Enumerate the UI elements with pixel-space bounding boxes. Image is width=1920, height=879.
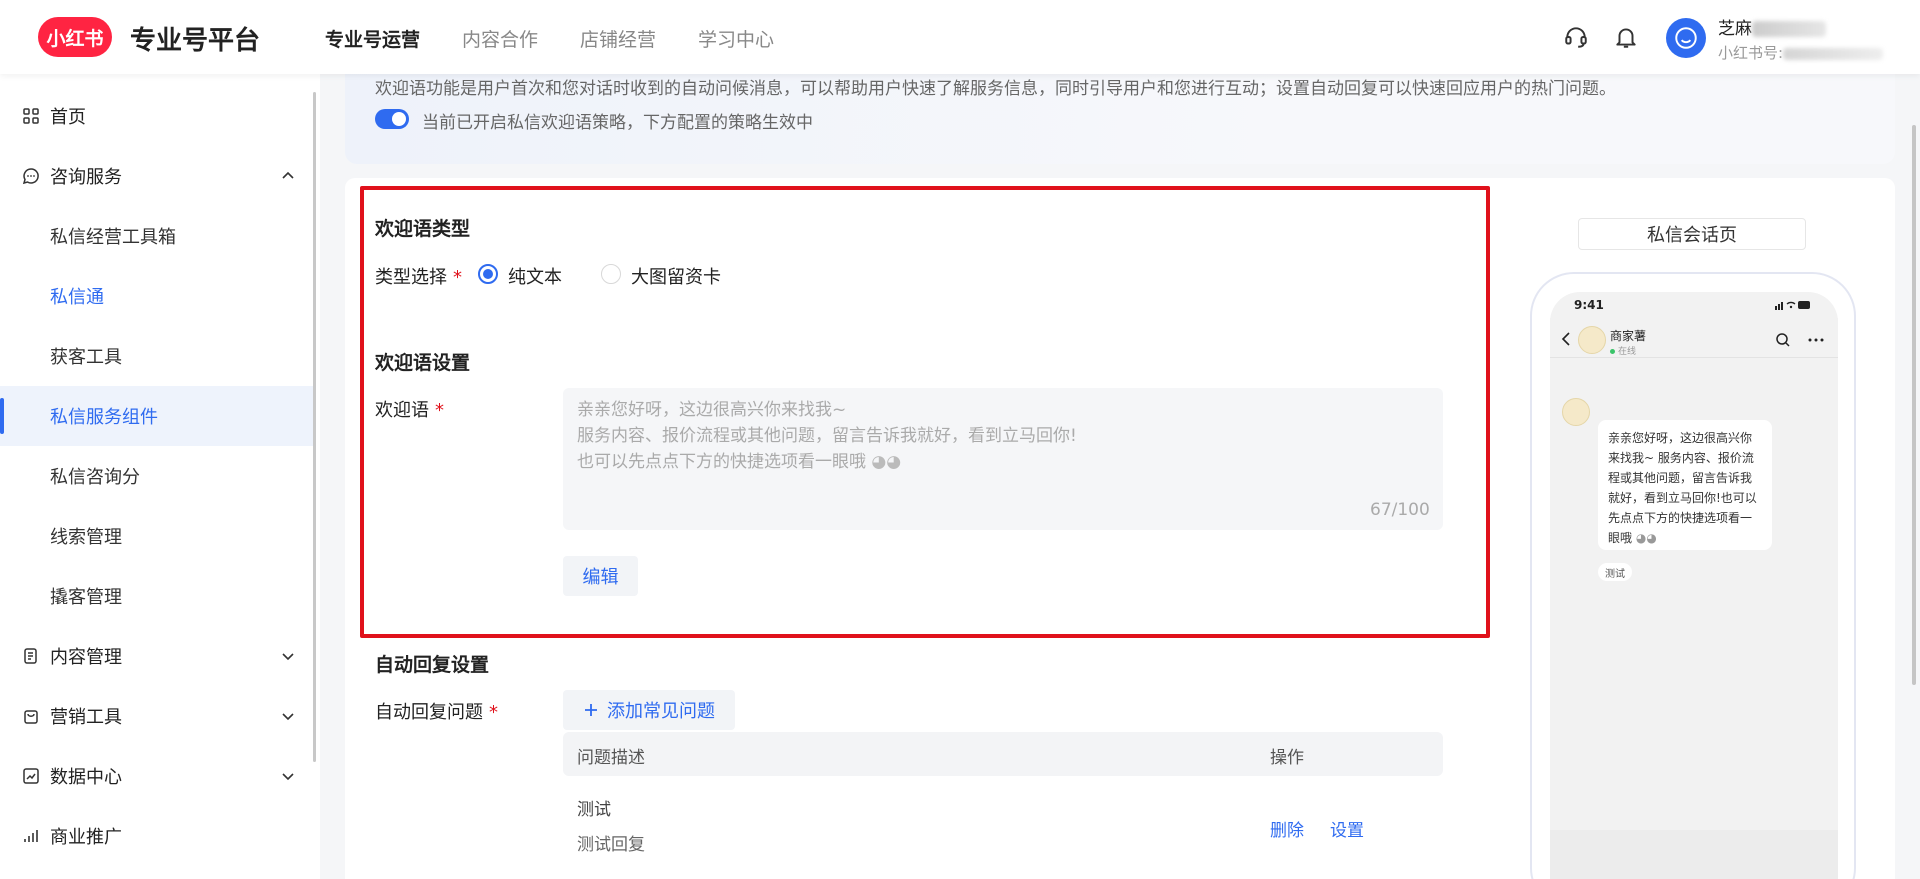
user-name: 芝麻 [1718,14,1826,39]
back-icon[interactable] [1560,331,1572,347]
merchant-name: 商家薯 [1610,329,1647,343]
merchant-status: 在线 [1610,344,1636,357]
blurred-name [1752,21,1826,37]
merchant-avatar [1578,326,1606,354]
sidebar-item-score[interactable]: 私信咨询分 [0,446,314,506]
intro-text: 欢迎语功能是用户首次和您对话时收到的自动问候消息，可以帮助用户快速了解服务信息，… [375,79,1616,99]
welcome-line-1: 亲亲您好呀，这边很高兴你来找我~ [577,400,847,420]
emoji-icon: ◕◕ [1635,531,1657,545]
top-nav: 专业号运营 内容合作 店铺经营 学习中心 [325,25,774,52]
settings-link[interactable]: 设置 [1330,816,1364,841]
switch-status-text: 当前已开启私信欢迎语策略，下方配置的策略生效中 [422,113,813,133]
row-answer: 测试回复 [577,835,645,855]
sidebar: 首页 咨询服务 私信经营工具箱 私信通 获客工具 私信服务组件 私信咨询分 线索… [0,74,320,879]
phone-time: 9:41 [1574,298,1604,312]
sidebar-item-home[interactable]: 首页 [0,86,314,146]
chevron-down-icon [282,773,294,781]
sidebar-item-customer[interactable]: 撬客管理 [0,566,314,626]
sidebar-item-service-component[interactable]: 私信服务组件 [0,386,314,446]
edit-button[interactable]: 编辑 [563,556,638,596]
sidebar-item-label: 内容管理 [50,647,122,668]
radio-big-card[interactable] [601,264,621,284]
phone-screen [1550,292,1838,879]
user-id: 小红书号: [1718,42,1884,63]
sidebar-item-label: 获客工具 [50,347,122,368]
chevron-up-icon [282,171,294,179]
delete-link[interactable]: 删除 [1270,816,1304,841]
bag-icon [24,710,38,724]
bell-icon[interactable] [1613,24,1639,50]
document-icon [24,648,37,664]
tab-learning[interactable]: 学习中心 [698,25,774,52]
auto-reply-label: 自动回复问题 * [375,702,498,723]
tab-content-cooperation[interactable]: 内容合作 [462,25,538,52]
sidebar-item-label: 商业推广 [50,827,122,848]
add-question-button[interactable]: 添加常见问题 [563,690,735,730]
main-scrollbar[interactable] [1912,125,1916,685]
message-bubble: 亲亲您好呀，这边很高兴你来找我~ 服务内容、报价流程或其他问题，留言告诉我就好，… [1598,420,1772,550]
phone-input-area [1550,830,1838,879]
welcome-setting-title: 欢迎语设置 [375,352,471,374]
sidebar-item-label: 线索管理 [50,527,122,548]
grid-icon [23,108,39,124]
message-avatar [1562,398,1590,426]
sidebar-item-consult[interactable]: 咨询服务 [0,146,314,206]
sidebar-item-label: 营销工具 [50,707,122,728]
tab-operation[interactable]: 专业号运营 [325,25,420,52]
welcome-type-title: 欢迎语类型 [375,218,471,240]
radio-plain-text-label[interactable]: 纯文本 [508,263,562,289]
sidebar-item-acquire[interactable]: 获客工具 [0,326,314,386]
quick-reply-chip[interactable]: 测试 [1598,563,1632,581]
sidebar-item-label: 首页 [50,107,86,128]
sidebar-item-promotion[interactable]: 商业推广 [0,806,314,866]
avatar[interactable] [1666,18,1706,58]
signal-icon [24,830,38,842]
top-header: 小红书 专业号平台 专业号运营 内容合作 店铺经营 学习中心 芝麻 小红书号: [0,0,1920,74]
col-action: 操作 [1270,748,1304,768]
emoji-icon: ◕◕ [871,452,902,472]
col-question: 问题描述 [577,748,645,768]
sidebar-item-sixintong[interactable]: 私信通 [0,266,314,326]
radio-big-card-label[interactable]: 大图留资卡 [631,263,721,289]
status-icons [1775,301,1810,310]
more-icon[interactable] [1808,338,1824,342]
sidebar-item-toolbox[interactable]: 私信经营工具箱 [0,206,314,266]
chat-icon [22,168,39,185]
sidebar-item-label: 撬客管理 [50,587,122,608]
smile-icon [1675,27,1697,49]
sidebar-item-label: 私信通 [50,287,104,308]
plus-icon [585,704,597,716]
sidebar-item-label: 私信咨询分 [50,467,140,488]
table-header [563,732,1443,776]
chart-icon [23,768,39,784]
logo[interactable]: 小红书 [38,17,112,57]
chevron-down-icon [282,713,294,721]
platform-title: 专业号平台 [130,26,261,56]
auto-reply-title: 自动回复设置 [375,654,490,676]
search-icon[interactable] [1775,332,1791,348]
sidebar-item-label: 数据中心 [50,767,122,788]
headset-icon[interactable] [1563,24,1589,50]
sidebar-item-label: 咨询服务 [50,167,122,188]
sidebar-item-marketing[interactable]: 营销工具 [0,686,314,746]
char-count: 67/100 [1370,500,1430,520]
sidebar-item-label: 私信服务组件 [50,407,158,428]
type-select-label: 类型选择 * [375,267,462,288]
welcome-strategy-switch[interactable] [375,109,409,129]
welcome-label: 欢迎语 * [375,400,444,421]
sidebar-item-content[interactable]: 内容管理 [0,626,314,686]
sidebar-item-leads[interactable]: 线索管理 [0,506,314,566]
add-question-label: 添加常见问题 [607,701,715,722]
chevron-down-icon [282,653,294,661]
radio-plain-text[interactable] [478,264,498,284]
sidebar-scrollbar[interactable] [313,92,316,762]
blurred-id [1783,47,1884,60]
sidebar-item-data[interactable]: 数据中心 [0,746,314,806]
row-question: 测试 [577,800,611,820]
sidebar-item-label: 私信经营工具箱 [50,227,176,248]
tab-store[interactable]: 店铺经营 [580,25,656,52]
welcome-line-2: 服务内容、报价流程或其他问题，留言告诉我就好，看到立马回你! [577,426,1077,446]
welcome-line-3: 也可以先点点下方的快捷选项看一眼哦 ◕◕ [577,452,902,472]
preview-tab[interactable]: 私信会话页 [1578,218,1806,250]
